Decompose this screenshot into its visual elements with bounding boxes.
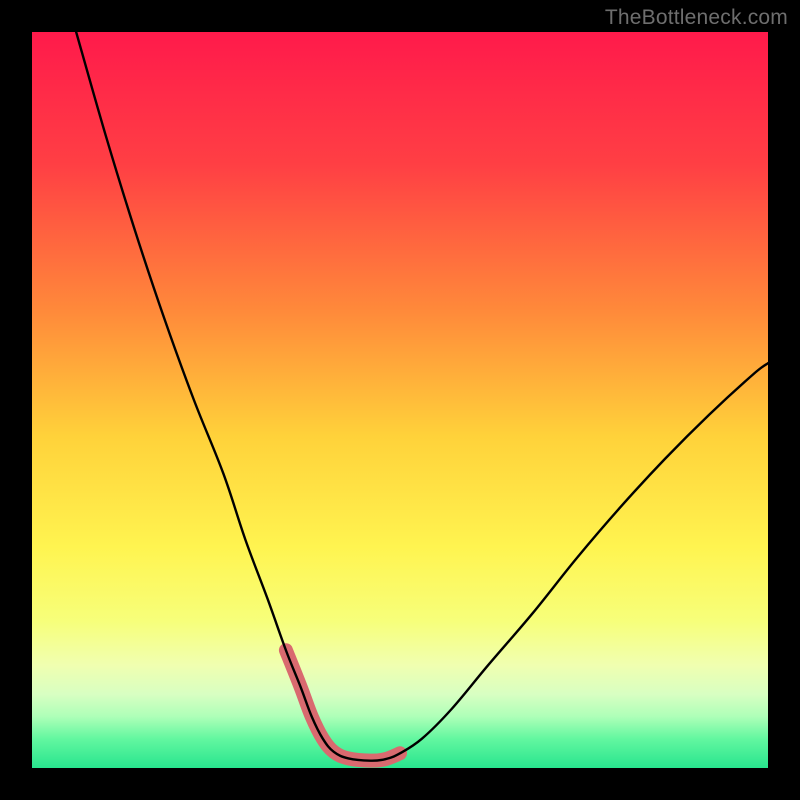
background-gradient (32, 32, 768, 768)
watermark-text: TheBottleneck.com (605, 6, 788, 30)
plot-area (32, 32, 768, 768)
chart-frame: TheBottleneck.com (0, 0, 800, 800)
